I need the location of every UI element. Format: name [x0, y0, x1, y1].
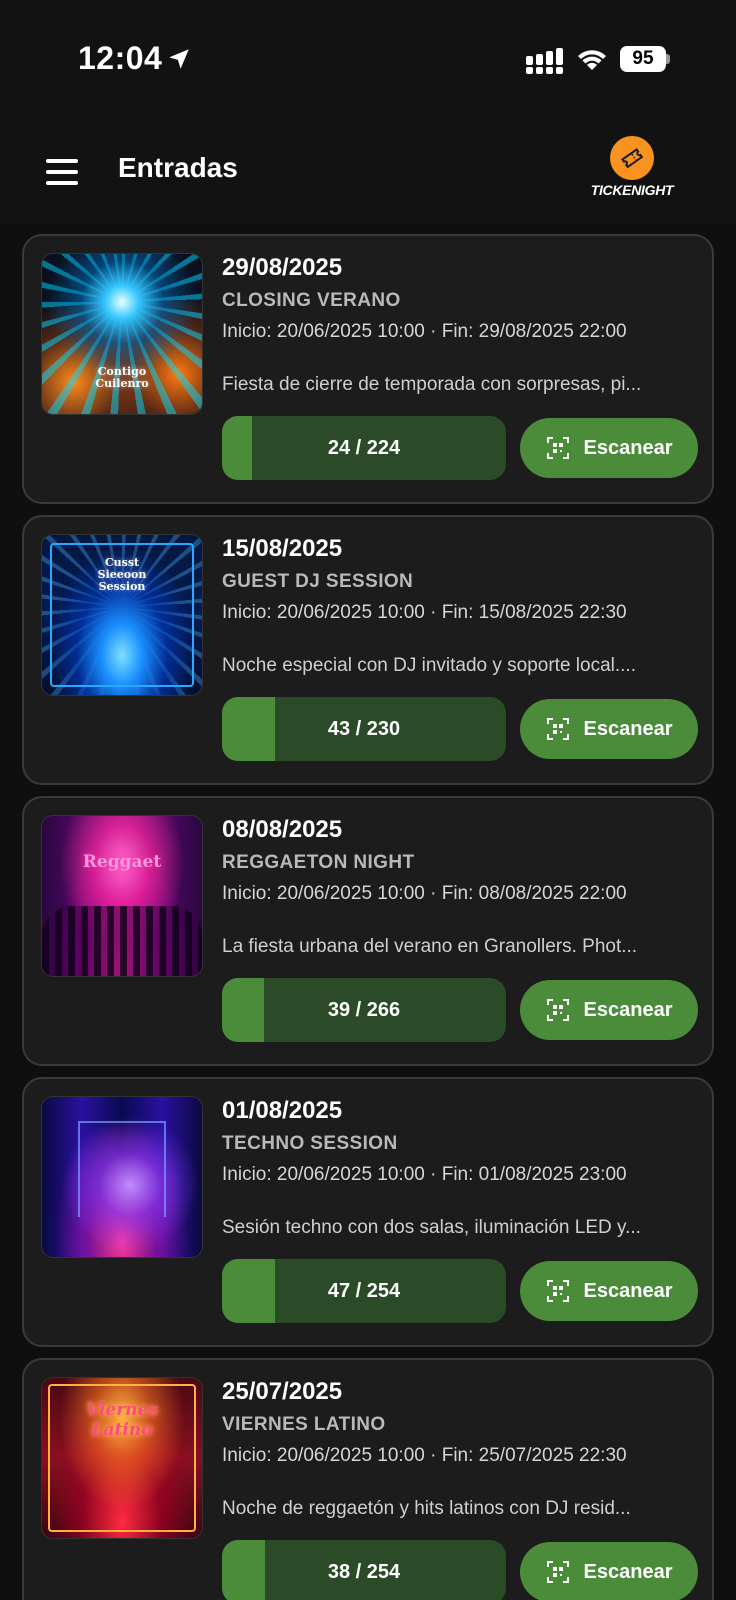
- capacity-count: 39 / 266: [327, 998, 401, 1021]
- wifi-icon: [578, 50, 606, 70]
- event-name: VIERNES LATINO: [222, 1414, 386, 1435]
- event-description: Fiesta de cierre de temporada con sorpre…: [222, 374, 642, 395]
- event-times: Inicio: 20/06/2025 10:00 · Fin: 25/07/20…: [222, 1445, 627, 1466]
- capacity-count: 47 / 254: [327, 1279, 401, 1302]
- event-date: 01/08/2025: [222, 1097, 343, 1124]
- event-poster-image: Cusst Sieeoon Session: [41, 534, 203, 696]
- event-card[interactable]: Viernes Latino 25/07/2025 VIERNES LATINO…: [22, 1358, 714, 1600]
- capacity-count: 43 / 230: [327, 717, 401, 740]
- event-times: Inicio: 20/06/2025 10:00 · Fin: 01/08/20…: [222, 1164, 627, 1185]
- capacity-bar: 39 / 266: [222, 978, 506, 1042]
- event-card[interactable]: Cusst Sieeoon Session 15/08/2025 GUEST D…: [22, 515, 714, 785]
- event-description: Noche de reggaetón y hits latinos con DJ…: [222, 1498, 631, 1519]
- capacity-bar: 38 / 254: [222, 1540, 506, 1600]
- location-arrow-icon: [169, 49, 189, 69]
- capacity-bar: 47 / 254: [222, 1259, 506, 1323]
- event-date: 25/07/2025: [222, 1378, 343, 1405]
- ticket-logo-icon: [610, 136, 654, 180]
- event-description: La fiesta urbana del verano en Granoller…: [222, 936, 638, 957]
- scan-button-label: Escanear: [583, 1560, 673, 1583]
- event-times: Inicio: 20/06/2025 10:00 · Fin: 15/08/20…: [222, 602, 627, 623]
- event-card[interactable]: 01/08/2025 TECHNO SESSION Inicio: 20/06/…: [22, 1077, 714, 1347]
- cellular-signal-icon: [526, 48, 563, 74]
- scan-button-label: Escanear: [583, 436, 673, 459]
- poster-text: Contigo Cuilenro: [95, 365, 149, 390]
- event-poster-image: Contigo Cuilenro: [41, 253, 203, 415]
- event-card[interactable]: Reggaet 08/08/2025 REGGAETON NIGHT Inici…: [22, 796, 714, 1066]
- event-card[interactable]: Contigo Cuilenro 29/08/2025 CLOSING VERA…: [22, 234, 714, 504]
- event-name: CLOSING VERANO: [222, 290, 401, 311]
- event-date: 15/08/2025: [222, 535, 343, 562]
- event-date: 29/08/2025: [222, 254, 343, 281]
- battery-level: 95: [620, 46, 666, 72]
- page-title: Entradas: [118, 152, 238, 183]
- scan-button-label: Escanear: [583, 998, 673, 1021]
- scan-button[interactable]: Escanear: [520, 699, 698, 759]
- scan-button[interactable]: Escanear: [520, 980, 698, 1040]
- event-name: GUEST DJ SESSION: [222, 571, 414, 592]
- app-bar: Entradas TICKENIGHT: [0, 120, 736, 224]
- battery-indicator: 95: [620, 46, 670, 72]
- event-description: Noche especial con DJ invitado y soporte…: [222, 655, 636, 676]
- status-time: 12:04: [78, 40, 163, 76]
- event-description: Sesión techno con dos salas, iluminación…: [222, 1217, 641, 1238]
- poster-text: Cusst Sieeoon Session: [97, 556, 147, 593]
- qr-scan-icon: [546, 1280, 569, 1302]
- event-poster-image: [41, 1096, 203, 1258]
- qr-scan-icon: [546, 1561, 569, 1583]
- event-date: 08/08/2025: [222, 816, 343, 843]
- brand-name: TICKENIGHT: [590, 182, 674, 198]
- scan-button[interactable]: Escanear: [520, 1261, 698, 1321]
- hamburger-menu-icon[interactable]: [38, 150, 86, 194]
- battery-tip: [666, 54, 670, 64]
- capacity-count: 24 / 224: [327, 436, 401, 459]
- status-bar: 12:04 95: [0, 0, 736, 120]
- capacity-bar: 43 / 230: [222, 697, 506, 761]
- event-name: TECHNO SESSION: [222, 1133, 398, 1154]
- capacity-count: 38 / 254: [327, 1560, 401, 1583]
- poster-text: Reggaet: [82, 852, 162, 872]
- capacity-bar: 24 / 224: [222, 416, 506, 480]
- qr-scan-icon: [546, 999, 569, 1021]
- brand-logo: TICKENIGHT: [586, 136, 678, 206]
- event-poster-image: Reggaet: [41, 815, 203, 977]
- event-list: Contigo Cuilenro 29/08/2025 CLOSING VERA…: [0, 224, 736, 1600]
- event-times: Inicio: 20/06/2025 10:00 · Fin: 08/08/20…: [222, 883, 627, 904]
- scan-button[interactable]: Escanear: [520, 1542, 698, 1600]
- event-poster-image: Viernes Latino: [41, 1377, 203, 1539]
- scan-button-label: Escanear: [583, 717, 673, 740]
- qr-scan-icon: [546, 437, 569, 459]
- scan-button-label: Escanear: [583, 1279, 673, 1302]
- qr-scan-icon: [546, 718, 569, 740]
- scan-button[interactable]: Escanear: [520, 418, 698, 478]
- event-times: Inicio: 20/06/2025 10:00 · Fin: 29/08/20…: [222, 321, 627, 342]
- event-name: REGGAETON NIGHT: [222, 852, 415, 873]
- poster-text: Viernes Latino: [86, 1400, 158, 1440]
